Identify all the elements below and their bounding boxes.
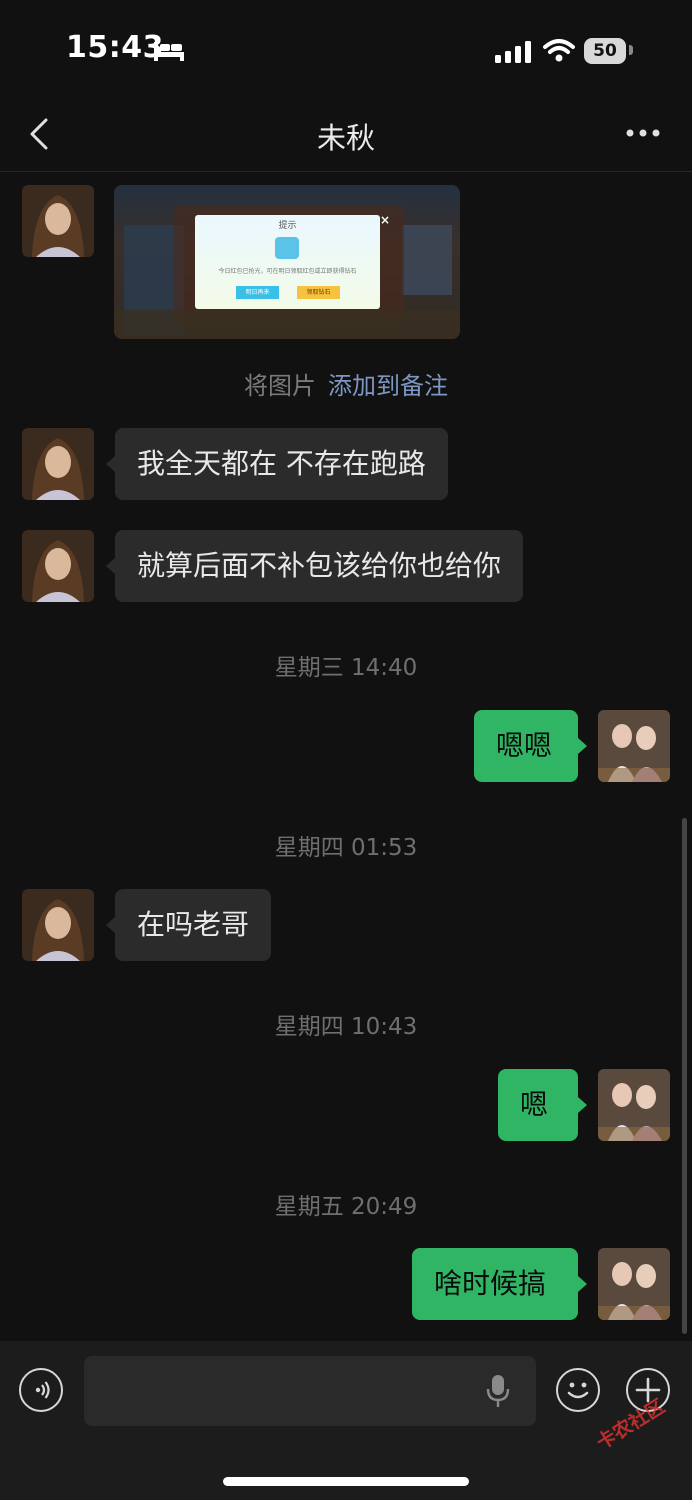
dialog-right-button: 领取钻石: [297, 286, 340, 299]
image-message[interactable]: 提示 今日红包已抢光，可在明日领取红包或立即获得钻石 明日再来 领取钻石 ×: [114, 185, 460, 339]
emoji-button[interactable]: [556, 1368, 600, 1412]
dialog-title: 提示: [278, 221, 297, 231]
status-time: 15:43: [66, 30, 164, 65]
bubble-tail: [106, 456, 115, 472]
add-to-remark-link[interactable]: 添加到备注: [328, 372, 448, 400]
contact-avatar[interactable]: [22, 530, 94, 602]
add-to-remark-hint: 将图片 添加到备注: [0, 366, 692, 401]
message-input[interactable]: [84, 1356, 536, 1426]
message-bubble-out[interactable]: 嗯: [498, 1069, 578, 1141]
dialog-text: 今日红包已抢光，可在明日领取红包或立即获得钻石: [218, 268, 357, 275]
voice-mode-button[interactable]: [19, 1368, 63, 1412]
bed-icon: [154, 42, 184, 61]
hint-text: 将图片: [244, 372, 316, 400]
timestamp: 星期四 10:43: [274, 1014, 418, 1040]
battery-icon: [629, 45, 633, 55]
battery-level: 50: [584, 38, 626, 64]
self-avatar[interactable]: [598, 710, 670, 782]
message-bubble-out[interactable]: 啥时候搞: [412, 1248, 578, 1320]
timestamp: 星期三 14:40: [274, 655, 418, 681]
contact-avatar[interactable]: [22, 185, 94, 257]
home-indicator[interactable]: [223, 1477, 469, 1486]
bubble-tail: [106, 917, 115, 933]
timestamp: 星期五 20:49: [274, 1194, 418, 1220]
smiley-icon: [567, 1382, 589, 1399]
message-bubble-in[interactable]: 我全天都在 不存在跑路: [115, 428, 448, 500]
contact-avatar[interactable]: [22, 428, 94, 500]
close-icon: ×: [380, 213, 391, 227]
chat-title: 未秋: [316, 121, 375, 155]
self-avatar[interactable]: [598, 1069, 670, 1141]
scrollbar[interactable]: [682, 818, 687, 1334]
bubble-tail: [578, 1276, 587, 1292]
microphone-icon[interactable]: [486, 1374, 510, 1408]
dialog-left-button: 明日再来: [236, 286, 279, 299]
contact-avatar[interactable]: [22, 889, 94, 961]
dialog-box: 提示 今日红包已抢光，可在明日领取红包或立即获得钻石 明日再来 领取钻石: [195, 215, 380, 309]
bubble-tail: [578, 1097, 587, 1113]
message-bubble-in[interactable]: 就算后面不补包该给你也给你: [115, 530, 524, 602]
message-bubble-out[interactable]: 嗯嗯: [474, 710, 578, 782]
bubble-tail: [106, 558, 115, 574]
signal-icon: [495, 41, 531, 63]
self-avatar[interactable]: [598, 1248, 670, 1320]
message-bubble-in[interactable]: 在吗老哥: [115, 889, 272, 961]
diamond-icon: [275, 237, 299, 259]
bubble-tail: [578, 738, 587, 754]
voice-icon: [35, 1381, 50, 1399]
timestamp: 星期四 01:53: [274, 835, 418, 861]
more-icon[interactable]: [626, 128, 660, 138]
wifi-icon: [543, 39, 575, 62]
